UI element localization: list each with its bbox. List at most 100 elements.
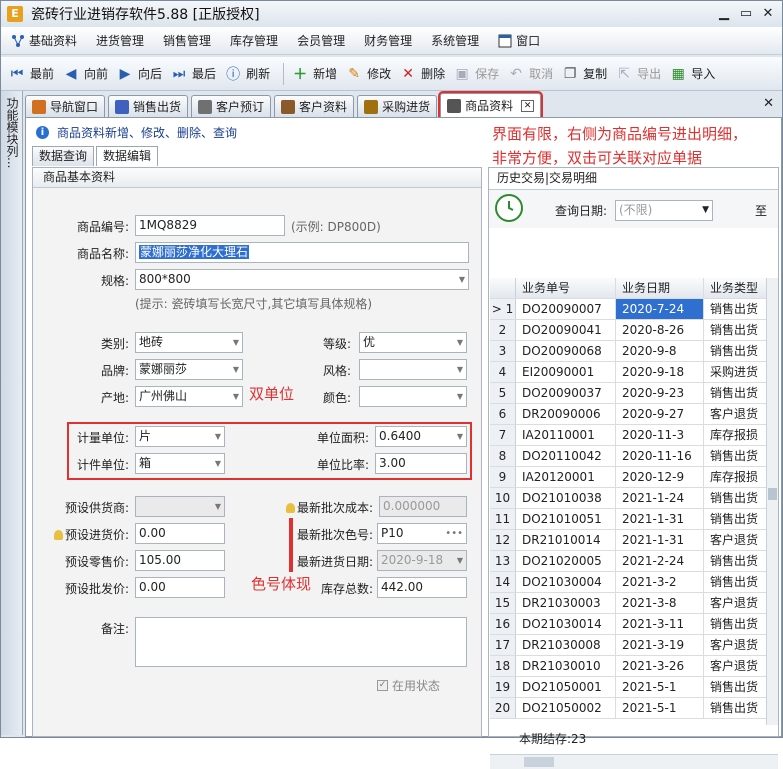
cell-doc-no[interactable]: DO20110042 (516, 446, 616, 466)
add-button[interactable]: ＋新增 (290, 60, 337, 88)
cell-date[interactable]: 2021-1-31 (616, 509, 704, 529)
cell-date[interactable]: 2021-2-24 (616, 551, 704, 571)
cell-date[interactable]: 2020-9-23 (616, 383, 704, 403)
delete-button[interactable]: ✕ 删除 (398, 60, 445, 88)
cell-type[interactable]: 客户退货 (704, 404, 766, 424)
last-button[interactable]: ⏭ 最后 (169, 60, 216, 88)
cell-doc-no[interactable]: DR20090006 (516, 404, 616, 424)
cell-type[interactable]: 销售出货 (704, 614, 766, 634)
cell-doc-no[interactable]: DR21010014 (516, 530, 616, 550)
row-number[interactable]: 4 (490, 362, 516, 382)
table-row[interactable]: 9 IA20120001 2020-12-9 库存报损 (490, 467, 766, 488)
cell-type[interactable]: 销售出货 (704, 551, 766, 571)
menu-purchase[interactable]: 进货管理 (96, 32, 144, 49)
first-button[interactable]: ⏮ 最前 (7, 60, 54, 88)
cell-type[interactable]: 客户退货 (704, 656, 766, 676)
cell-date[interactable]: 2021-1-31 (616, 530, 704, 550)
cell-date[interactable]: 2020-12-9 (616, 467, 704, 487)
table-row[interactable]: 19 DO21050001 2021-5-1 销售出货 (490, 677, 766, 698)
table-row[interactable]: 2 DO20090041 2020-8-26 销售出货 (490, 320, 766, 341)
history-grid[interactable]: 业务单号 业务日期 业务类型 > 1 DO20090007 2020-7-24 销售出… (490, 278, 766, 725)
row-number[interactable]: 9 (490, 467, 516, 487)
vertical-scrollbar[interactable] (766, 278, 778, 725)
cell-doc-no[interactable]: EI20090001 (516, 362, 616, 382)
column-header[interactable]: 业务单号 (516, 278, 616, 298)
row-number[interactable]: 10 (490, 488, 516, 508)
clock-icon[interactable] (495, 194, 523, 222)
cell-doc-no[interactable]: DO20090007 (516, 299, 616, 319)
maximize-button[interactable]: ▭ (736, 5, 756, 23)
table-row[interactable]: 4 EI20090001 2020-9-18 采购进货 (490, 362, 766, 383)
table-row[interactable]: 11 DO21010051 2021-1-31 销售出货 (490, 509, 766, 530)
brand-select[interactable]: 蒙娜丽莎 ▼ (135, 359, 243, 380)
cell-type[interactable]: 销售出货 (704, 509, 766, 529)
cell-type[interactable]: 采购进货 (704, 362, 766, 382)
table-row[interactable]: 12 DR21010014 2021-1-31 客户退货 (490, 530, 766, 551)
menu-window[interactable]: 窗口 (498, 32, 540, 49)
cell-doc-no[interactable]: DO21010051 (516, 509, 616, 529)
row-number[interactable]: 18 (490, 656, 516, 676)
wholesale-input[interactable]: 0.00 (135, 577, 225, 598)
cell-date[interactable]: 2021-3-11 (616, 614, 704, 634)
cell-date[interactable]: 2020-11-16 (616, 446, 704, 466)
tab-customer-info[interactable]: 客户资料 (274, 95, 355, 117)
row-number[interactable]: 13 (490, 551, 516, 571)
cell-date[interactable]: 2020-11-3 (616, 425, 704, 445)
grade-select[interactable]: 优 ▼ (359, 332, 467, 353)
table-row[interactable]: 13 DO21020005 2021-2-24 销售出货 (490, 551, 766, 572)
cell-doc-no[interactable]: DO20090041 (516, 320, 616, 340)
menu-member[interactable]: 会员管理 (297, 32, 345, 49)
cell-type[interactable]: 销售出货 (704, 572, 766, 592)
row-number[interactable]: 15 (490, 593, 516, 613)
edit-button[interactable]: ✎ 修改 (344, 60, 391, 88)
cell-doc-no[interactable]: IA20120001 (516, 467, 616, 487)
cell-doc-no[interactable]: DO21020005 (516, 551, 616, 571)
retail-input[interactable]: 105.00 (135, 550, 225, 571)
prev-button[interactable]: ◀ 向前 (61, 60, 108, 88)
table-row[interactable]: 3 DO20090068 2020-9-8 销售出货 (490, 341, 766, 362)
cell-doc-no[interactable]: DO21030014 (516, 614, 616, 634)
area-input[interactable]: 0.6400 ▼ (375, 426, 467, 447)
unit-select[interactable]: 片 ▼ (135, 426, 225, 447)
tab-navigation[interactable]: 导航窗口 (25, 95, 106, 117)
row-number[interactable]: 17 (490, 635, 516, 655)
color-select[interactable]: ▼ (359, 386, 467, 407)
scroll-thumb[interactable] (768, 488, 777, 500)
cell-date[interactable]: 2020-9-18 (616, 362, 704, 382)
row-number[interactable]: 8 (490, 446, 516, 466)
minimize-button[interactable]: ▁ (714, 5, 734, 23)
cell-type[interactable]: 库存报损 (704, 425, 766, 445)
cell-doc-no[interactable]: DR21030003 (516, 593, 616, 613)
cell-date[interactable]: 2021-5-1 (616, 677, 704, 697)
code-input[interactable]: 1MQ8829 (135, 215, 285, 236)
cell-doc-no[interactable]: DO20090037 (516, 383, 616, 403)
cell-type[interactable]: 销售出货 (704, 698, 766, 718)
export-button[interactable]: ⇱ 导出 (614, 60, 661, 88)
cell-doc-no[interactable]: DR21030008 (516, 635, 616, 655)
table-row[interactable]: 18 DR21030010 2021-3-26 客户退货 (490, 656, 766, 677)
cell-type[interactable]: 销售出货 (704, 341, 766, 361)
cell-type[interactable]: 库存报损 (704, 467, 766, 487)
row-number[interactable]: 11 (490, 509, 516, 529)
piece-unit-select[interactable]: 箱 ▼ (135, 453, 225, 474)
menu-inventory[interactable]: 库存管理 (230, 32, 278, 49)
import-button[interactable]: ▦ 导入 (668, 60, 716, 88)
category-select[interactable]: 地砖 ▼ (135, 332, 243, 353)
tab-customer-order[interactable]: 客户预订 (191, 95, 272, 117)
cell-doc-no[interactable]: DO20090068 (516, 341, 616, 361)
last-color-input[interactable]: P10 ••• (377, 523, 467, 544)
table-row[interactable]: 10 DO21010038 2021-1-24 销售出货 (490, 488, 766, 509)
row-number[interactable]: 3 (490, 341, 516, 361)
cell-type[interactable]: 客户退货 (704, 593, 766, 613)
remark-textarea[interactable] (135, 617, 467, 667)
name-input[interactable]: 蒙娜丽莎净化大理石 (135, 242, 469, 263)
save-button[interactable]: ▣ 保存 (452, 60, 500, 88)
more-icon[interactable]: ••• (445, 524, 463, 543)
menu-system[interactable]: 系统管理 (431, 32, 479, 49)
cell-type[interactable]: 销售出货 (704, 299, 766, 319)
tab-purchase-in[interactable]: 采购进货 (357, 95, 438, 117)
cell-type[interactable]: 客户退货 (704, 635, 766, 655)
cell-doc-no[interactable]: DR21030010 (516, 656, 616, 676)
tab-sales-out[interactable]: 销售出货 (108, 95, 189, 117)
row-number[interactable]: 20 (490, 698, 516, 718)
